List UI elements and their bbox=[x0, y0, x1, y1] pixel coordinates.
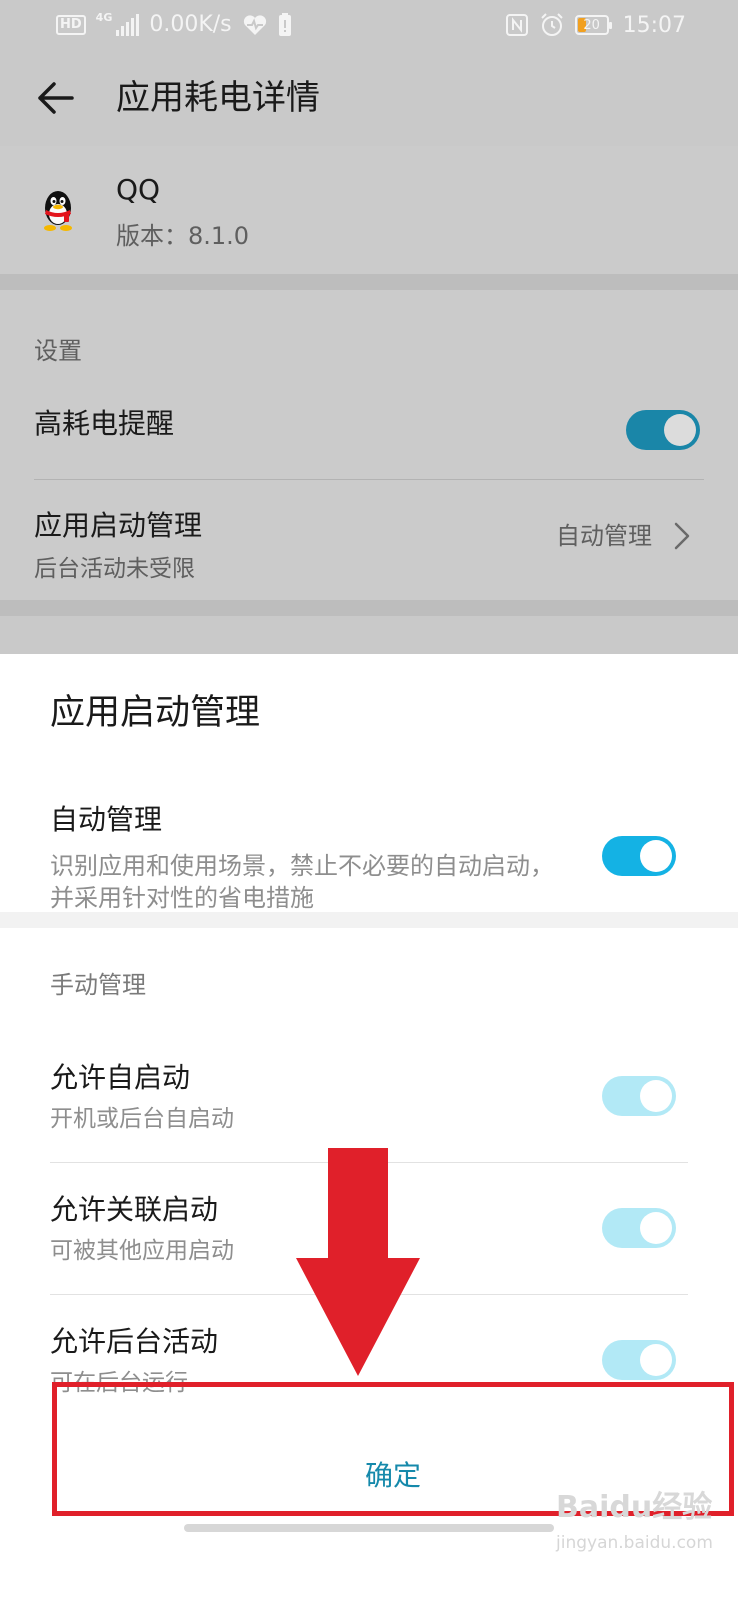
home-indicator bbox=[184, 1524, 554, 1532]
allow-auto-launch-sub: 开机或后台自启动 bbox=[50, 1106, 234, 1132]
annotation-arrow-icon bbox=[296, 1148, 420, 1376]
clock: 15:07 bbox=[622, 12, 686, 38]
toggle-knob bbox=[640, 840, 672, 872]
app-version: 版本：8.1.0 bbox=[116, 222, 250, 250]
allow-auto-launch-label: 允许自启动 bbox=[50, 1061, 191, 1094]
signal-icon bbox=[116, 13, 140, 36]
status-left: HD 4G 0.00K/s bbox=[56, 12, 292, 37]
auto-manage-description: 识别应用和使用场景，禁止不必要的自动启动，并采用针对性的省电措施 bbox=[50, 852, 554, 912]
hd-icon: HD bbox=[56, 14, 86, 35]
manual-manage-label: 手动管理 bbox=[50, 971, 146, 999]
high-power-alert-toggle[interactable] bbox=[626, 410, 700, 450]
network-speed: 0.00K/s bbox=[149, 12, 232, 37]
allow-background-activity-label: 允许后台活动 bbox=[50, 1325, 219, 1358]
nfc-icon bbox=[505, 14, 528, 36]
app-name: QQ bbox=[116, 173, 161, 206]
alarm-icon bbox=[540, 13, 563, 36]
battery-level: 20 bbox=[583, 17, 600, 33]
allow-associated-launch-label: 允许关联启动 bbox=[50, 1193, 219, 1226]
battery-icon: 20 bbox=[574, 15, 612, 35]
app-launch-management-label: 应用启动管理 bbox=[34, 509, 203, 542]
allow-associated-launch-toggle[interactable] bbox=[602, 1208, 676, 1248]
toggle-knob bbox=[640, 1080, 672, 1112]
watermark-url: jingyan.baidu.com bbox=[556, 1533, 713, 1553]
alert-icon bbox=[278, 12, 291, 36]
app-launch-management-value: 自动管理 bbox=[556, 522, 652, 550]
toggle-knob bbox=[664, 414, 696, 446]
page-title: 应用耗电详情 bbox=[116, 78, 320, 118]
back-arrow-icon[interactable] bbox=[34, 76, 78, 120]
section-label-settings: 设置 bbox=[34, 337, 82, 365]
high-power-alert-label: 高耗电提醒 bbox=[34, 407, 175, 440]
watermark-brand: Baidu经验 bbox=[556, 1490, 713, 1525]
app-info-card bbox=[0, 146, 738, 274]
toggle-knob bbox=[640, 1344, 672, 1376]
qq-penguin-icon bbox=[44, 191, 72, 231]
allow-auto-launch-toggle[interactable] bbox=[602, 1076, 676, 1116]
allow-background-activity-toggle[interactable] bbox=[602, 1340, 676, 1380]
chevron-right-icon bbox=[674, 522, 690, 550]
status-right: 20 15:07 bbox=[505, 12, 686, 38]
auto-manage-toggle[interactable] bbox=[602, 836, 676, 876]
section-gap bbox=[0, 912, 738, 928]
network-gen-label: 4G bbox=[95, 11, 113, 24]
toggle-knob bbox=[640, 1212, 672, 1244]
sheet-title: 应用启动管理 bbox=[50, 693, 261, 733]
app-launch-management-sublabel: 后台活动未受限 bbox=[34, 556, 195, 582]
heart-rate-icon bbox=[243, 14, 266, 35]
allow-associated-launch-sub: 可被其他应用启动 bbox=[50, 1238, 234, 1264]
section-gap bbox=[0, 600, 738, 616]
section-gap bbox=[0, 274, 738, 290]
auto-manage-label: 自动管理 bbox=[50, 803, 163, 836]
status-bar: HD 4G 0.00K/s 20 15:07 bbox=[0, 0, 738, 52]
